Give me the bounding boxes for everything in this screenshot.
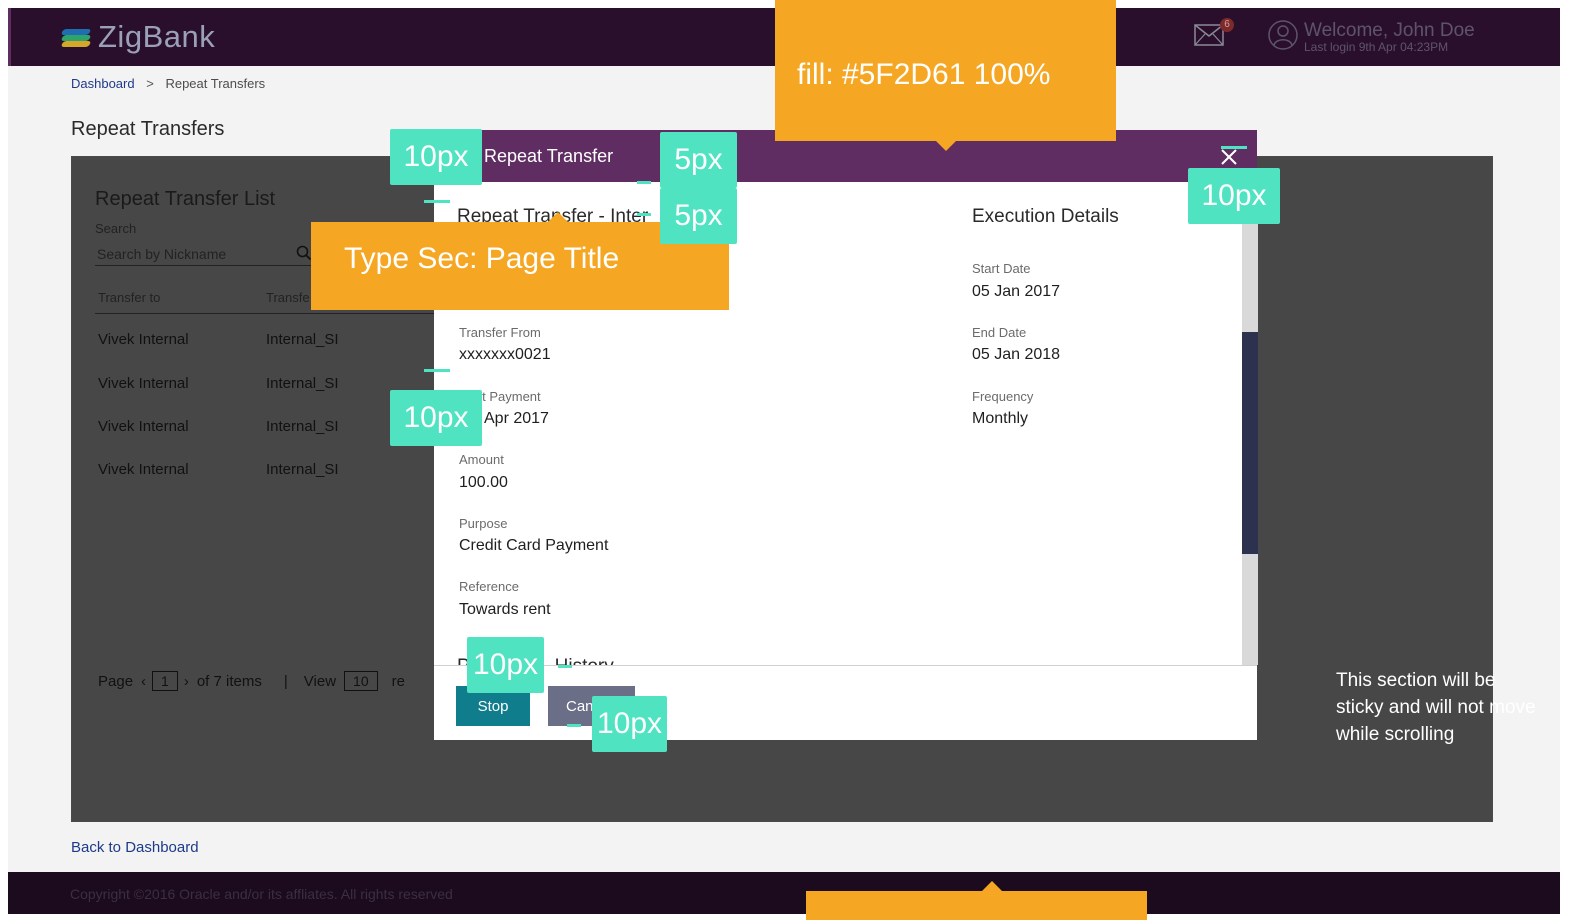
- modal-sticky-footer: Stop Can: [434, 665, 1257, 740]
- close-icon[interactable]: [1221, 149, 1237, 165]
- view-label: View: [303, 672, 337, 690]
- logo-icon: [60, 26, 92, 48]
- field-value-amount: 100.00: [459, 474, 508, 491]
- field-value-start-date: 05 Jan 2017: [972, 283, 1061, 300]
- table-row-1-type: Internal_SI: [266, 331, 339, 348]
- field-value-next-payment: Apr 2017: [484, 410, 549, 427]
- breadcrumb-dashboard-link[interactable]: Dashboard: [71, 76, 135, 91]
- measure-marker: [1221, 146, 1247, 149]
- table-row-4-type: Internal_SI: [266, 461, 339, 478]
- app-frame: ZigBank 6 Welcome, John Doe Last login 9…: [8, 8, 1560, 914]
- fill-color-callout: fill: #5F2D61 100%: [775, 0, 1116, 141]
- spacing-label-close: 10px: [1188, 168, 1280, 224]
- type-callout-pointer: [548, 212, 568, 222]
- field-label-start-date: Start Date: [972, 261, 1031, 276]
- next-page-icon[interactable]: ›: [184, 673, 189, 690]
- sticky-section-note: This section will be sticky and will not…: [1336, 670, 1536, 745]
- fill-callout-pointer: [936, 141, 956, 151]
- field-value-frequency: Monthly: [972, 410, 1029, 427]
- history-title-end: History: [555, 656, 614, 665]
- spacing-label-footer-top: 10px: [467, 637, 544, 693]
- measure-marker: [637, 213, 651, 216]
- type-style-callout-text: Type Sec: Page Title: [344, 242, 620, 275]
- field-label-end-date: End Date: [972, 325, 1027, 340]
- logo-text: ZigBank: [98, 19, 216, 54]
- field-value-end-date: 05 Jan 2018: [972, 346, 1061, 363]
- list-title: Repeat Transfer List: [95, 188, 276, 210]
- prev-page-icon[interactable]: ‹: [141, 673, 146, 690]
- view-suffix: re: [391, 672, 405, 690]
- footer-copyright: Copyright ©2016 Oracle and/or its afflia…: [70, 886, 453, 902]
- bottom-callout-pointer: [982, 881, 1002, 891]
- user-avatar-icon[interactable]: [1268, 20, 1298, 50]
- measure-marker: [567, 724, 581, 727]
- spacing-label-title-bottom: 5px: [660, 132, 737, 188]
- column-header-transfer-to[interactable]: Transfer to: [98, 290, 160, 305]
- field-value-purpose: Credit Card Payment: [459, 537, 609, 554]
- field-value-transfer-from: xxxxxxx0021: [459, 346, 551, 363]
- welcome-text: Welcome, John Doe: [1304, 20, 1475, 41]
- field-label-reference: Reference: [459, 579, 519, 594]
- fill-color-callout-text: fill: #5F2D61 100%: [797, 58, 1051, 91]
- spacing-label-section-top: 5px: [660, 188, 737, 244]
- breadcrumb-current: Repeat Transfers: [165, 76, 266, 91]
- table-row-2-type: Internal_SI: [266, 375, 339, 392]
- field-label-frequency: Frequency: [972, 389, 1034, 404]
- page-label: Page: [98, 672, 134, 690]
- field-label-transfer-from: Transfer From: [459, 325, 541, 340]
- page-title: Repeat Transfers: [71, 118, 225, 140]
- search-label: Search: [95, 221, 137, 236]
- table-header-divider: [95, 313, 435, 314]
- table-row-1-transfer-to[interactable]: Vivek Internal: [98, 331, 189, 348]
- search-icon[interactable]: [296, 245, 312, 261]
- spacing-label-title-left: 10px: [390, 129, 482, 185]
- search-input[interactable]: [95, 243, 319, 266]
- spacing-label-button-gap: 10px: [592, 696, 667, 752]
- header-accent: [8, 8, 11, 66]
- item-count-text: of 7 items: [196, 672, 262, 690]
- table-row-3-transfer-to[interactable]: Vivek Internal: [98, 418, 189, 435]
- pagination: Page ‹ 1 › of 7 items | View 10 re: [98, 671, 405, 691]
- spacing-label-field-left: 10px: [390, 390, 482, 446]
- breadcrumb: Dashboard > Repeat Transfers: [71, 76, 265, 91]
- bottom-callout: [806, 891, 1147, 920]
- zigbank-logo[interactable]: ZigBank: [60, 19, 216, 54]
- column-header-transfer-type[interactable]: Transfe: [266, 290, 310, 305]
- back-to-dashboard-link[interactable]: Back to Dashboard: [71, 839, 199, 856]
- field-label-purpose: Purpose: [459, 516, 508, 531]
- field-value-reference: Towards rent: [459, 601, 551, 618]
- last-login-text: Last login 9th Apr 04:23PM: [1304, 40, 1449, 54]
- measure-marker: [637, 181, 651, 184]
- table-row-3-type: Internal_SI: [266, 418, 339, 435]
- measure-marker: [558, 665, 572, 668]
- measure-marker: [424, 369, 450, 372]
- section-title-execution: Execution Details: [972, 206, 1119, 227]
- mail-count-badge: 6: [1220, 18, 1234, 32]
- table-row-4-transfer-to[interactable]: Vivek Internal: [98, 461, 189, 478]
- pager-divider: |: [283, 672, 288, 690]
- field-label-amount: Amount: [459, 452, 504, 467]
- view-size-select[interactable]: 10: [344, 671, 378, 691]
- breadcrumb-separator: >: [146, 76, 154, 91]
- page-number-input[interactable]: 1: [152, 671, 178, 691]
- measure-marker: [424, 200, 450, 203]
- table-row-2-transfer-to[interactable]: Vivek Internal: [98, 375, 189, 392]
- modal-scrollbar-thumb[interactable]: [1242, 332, 1258, 554]
